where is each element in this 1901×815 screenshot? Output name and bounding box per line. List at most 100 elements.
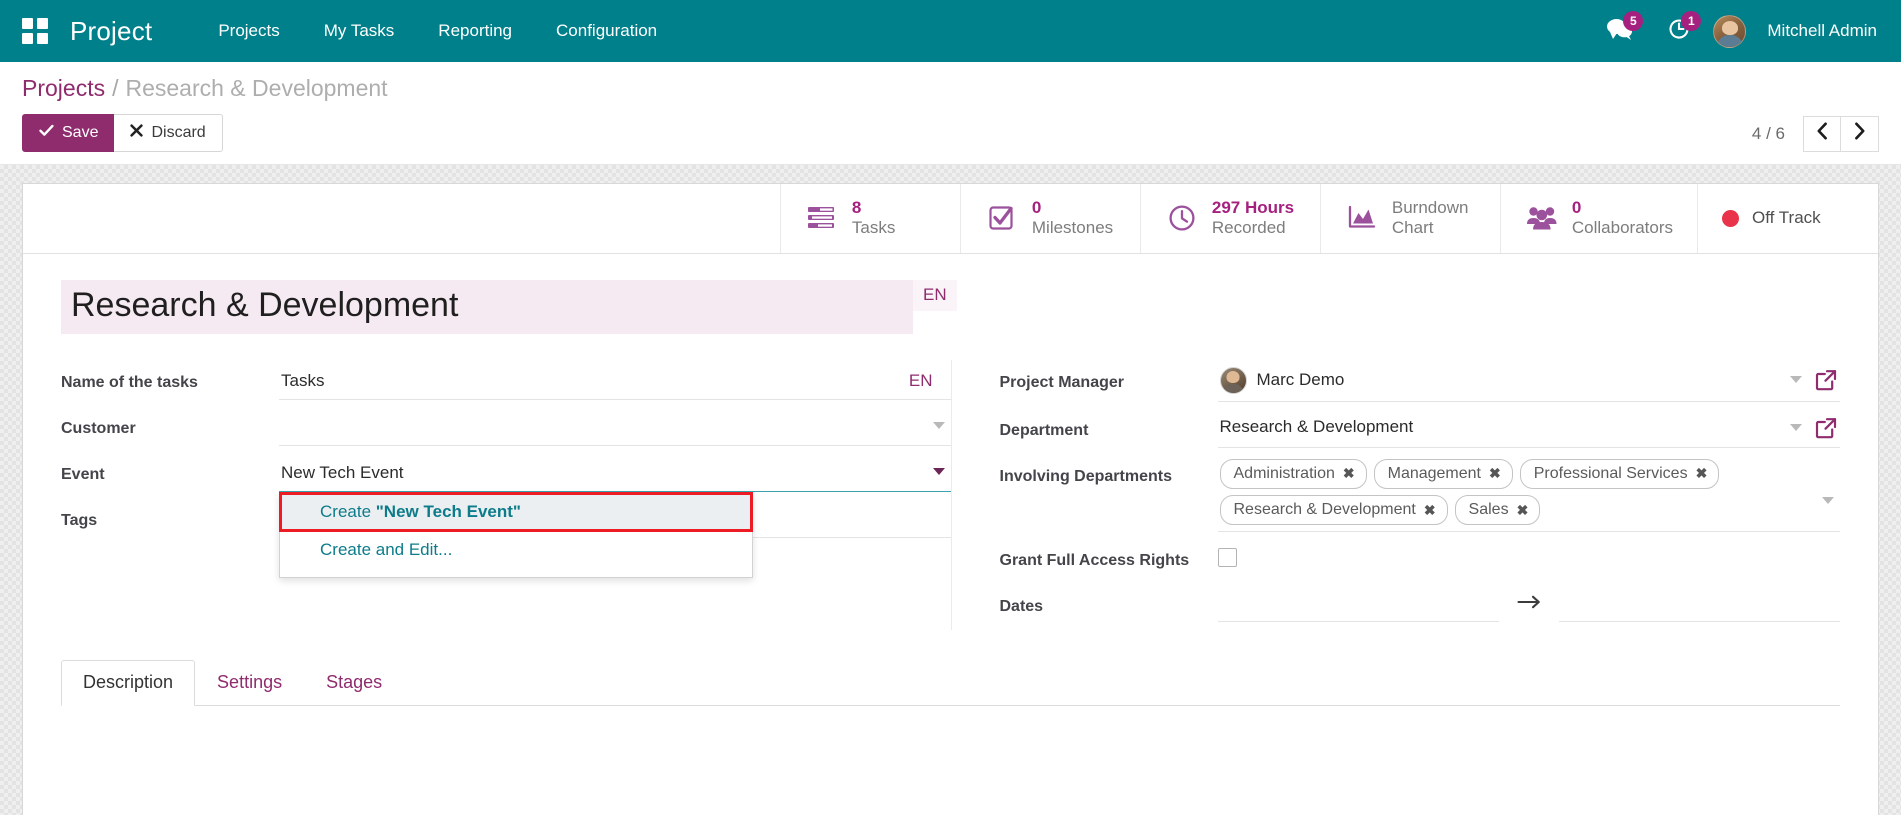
date-end-input[interactable] — [1559, 584, 1840, 622]
tab-settings[interactable]: Settings — [195, 660, 304, 706]
stat-button-milestones[interactable]: 0 Milestones — [961, 184, 1141, 253]
value-grant-full-access-rights — [1218, 538, 1841, 572]
form-right-column: Project Manager Marc Demo — [951, 360, 1841, 630]
project-manager-chevron-down-icon[interactable] — [1790, 376, 1802, 383]
dates-range — [1218, 584, 1841, 622]
label-event: Event — [61, 452, 279, 486]
label-tags: Tags — [61, 498, 279, 532]
save-button-label: Save — [62, 122, 98, 144]
project-name-translate-badge[interactable]: EN — [913, 280, 957, 311]
chevron-right-icon — [1853, 122, 1866, 146]
tab-description[interactable]: Description — [61, 660, 195, 706]
autocomplete-create-option[interactable]: Create "New Tech Event" — [280, 493, 752, 531]
event-chevron-down-icon[interactable] — [933, 468, 945, 475]
menu-item-my-tasks[interactable]: My Tasks — [302, 0, 417, 62]
save-button[interactable]: Save — [22, 114, 115, 152]
department-external-link-icon[interactable] — [1814, 416, 1838, 440]
stat-button-collaborators[interactable]: 0 Collaborators — [1501, 184, 1698, 253]
stat-button-hours-recorded[interactable]: 297 Hours Recorded — [1141, 184, 1321, 253]
tag-sales[interactable]: Sales✖ — [1455, 495, 1541, 525]
project-manager-value: Marc Demo — [1257, 370, 1345, 390]
tag-remove-icon[interactable]: ✖ — [1489, 463, 1501, 483]
pager-count: 4 / 6 — [1752, 124, 1785, 144]
menu-item-projects[interactable]: Projects — [196, 0, 301, 62]
customer-chevron-down-icon[interactable] — [933, 422, 945, 429]
tag-label: Management — [1388, 462, 1481, 485]
tag-professional-services[interactable]: Professional Services✖ — [1520, 459, 1720, 489]
field-row-department: Department Research & Development — [1000, 408, 1841, 448]
close-x-icon — [130, 122, 143, 144]
tag-administration[interactable]: Administration✖ — [1220, 459, 1367, 489]
stat-label-burndown-chart: Burndown Chart — [1392, 198, 1469, 239]
customer-input[interactable] — [279, 406, 951, 446]
label-grant-full-access-rights: Grant Full Access Rights — [1000, 538, 1218, 572]
stat-row-spacer — [23, 184, 781, 253]
field-row-customer: Customer — [61, 406, 951, 446]
stat-button-tasks[interactable]: 8 Tasks — [781, 184, 961, 253]
check-icon — [39, 122, 54, 144]
stat-value-hours: 297 Hours — [1212, 198, 1294, 218]
project-manager-field[interactable]: Marc Demo — [1218, 360, 1841, 402]
user-menu-label[interactable]: Mitchell Admin — [1767, 21, 1877, 41]
form-left-column: Name of the tasks EN Customer — [61, 360, 951, 544]
stat-value-milestones: 0 — [1032, 198, 1113, 218]
form-body: EN Name of the tasks EN Customer — [23, 254, 1878, 630]
app-brand-project[interactable]: Project — [70, 16, 152, 47]
tab-stages[interactable]: Stages — [304, 660, 404, 706]
date-start-input[interactable] — [1218, 584, 1499, 622]
value-name-of-tasks: EN — [279, 360, 951, 400]
label-name-of-tasks: Name of the tasks — [61, 360, 279, 394]
department-field[interactable]: Research & Development — [1218, 408, 1841, 448]
value-involving-departments: Administration✖ Management ✖ Professional… — [1218, 454, 1841, 532]
project-manager-avatar — [1220, 367, 1247, 394]
field-row-event: Event Create "New Tech Event" Create and… — [61, 452, 951, 492]
stat-button-burndown-chart[interactable]: Burndown Chart — [1321, 184, 1501, 253]
name-of-tasks-translate-badge[interactable]: EN — [909, 371, 933, 391]
tag-remove-icon[interactable]: ✖ — [1424, 500, 1436, 520]
grant-full-access-rights-checkbox[interactable] — [1218, 548, 1237, 567]
activity-button[interactable]: 1 — [1655, 0, 1703, 62]
department-value: Research & Development — [1220, 417, 1414, 437]
tag-remove-icon[interactable]: ✖ — [1343, 463, 1355, 483]
tag-remove-icon[interactable]: ✖ — [1696, 463, 1708, 483]
field-row-dates: Dates — [1000, 584, 1841, 624]
pager-previous-button[interactable] — [1803, 116, 1841, 152]
tag-label: Research & Development — [1234, 498, 1416, 521]
breadcrumb-projects-link[interactable]: Projects — [22, 75, 105, 101]
label-customer: Customer — [61, 406, 279, 440]
stat-value-tasks: 8 — [852, 198, 895, 218]
field-row-project-manager: Project Manager Marc Demo — [1000, 360, 1841, 402]
status-badge[interactable]: Off Track — [1698, 184, 1878, 253]
involving-departments-tags[interactable]: Administration✖ Management ✖ Professional… — [1218, 454, 1841, 532]
stat-label-collaborators: Collaborators — [1572, 218, 1673, 238]
status-label: Off Track — [1752, 208, 1821, 228]
autocomplete-create-and-edit-option[interactable]: Create and Edit... — [280, 531, 752, 569]
involving-departments-chevron-down-icon[interactable] — [1822, 497, 1834, 504]
pager-next-button[interactable] — [1841, 116, 1879, 152]
event-input[interactable] — [279, 452, 951, 492]
menu-item-configuration[interactable]: Configuration — [534, 0, 679, 62]
label-project-manager: Project Manager — [1000, 360, 1218, 394]
tag-remove-icon[interactable]: ✖ — [1517, 500, 1529, 520]
apps-grid-icon[interactable] — [22, 18, 48, 44]
control-panel: Projects/Research & Development Save Dis… — [0, 62, 1901, 165]
messages-button[interactable]: 5 — [1594, 0, 1645, 62]
avatar[interactable] — [1713, 15, 1746, 48]
autocomplete-create-prefix: Create — [320, 502, 376, 521]
messages-badge: 5 — [1623, 11, 1643, 31]
field-row-grant-full-access-rights: Grant Full Access Rights — [1000, 538, 1841, 578]
value-project-manager: Marc Demo — [1218, 360, 1841, 402]
menu-item-reporting[interactable]: Reporting — [416, 0, 534, 62]
tag-research-and-development[interactable]: Research & Development ✖ — [1220, 495, 1448, 525]
label-department: Department — [1000, 408, 1218, 442]
tag-management[interactable]: Management ✖ — [1374, 459, 1513, 489]
discard-button[interactable]: Discard — [114, 114, 222, 152]
stat-label-tasks: Tasks — [852, 218, 895, 238]
project-manager-external-link-icon[interactable] — [1814, 368, 1838, 392]
name-of-tasks-input[interactable] — [279, 360, 951, 400]
department-chevron-down-icon[interactable] — [1790, 424, 1802, 431]
project-name-input[interactable] — [61, 280, 913, 334]
stat-button-row: 8 Tasks 0 Milestones — [23, 184, 1878, 254]
form-columns: Name of the tasks EN Customer — [61, 360, 1840, 630]
stat-button-milestones-text: 0 Milestones — [1032, 198, 1113, 239]
